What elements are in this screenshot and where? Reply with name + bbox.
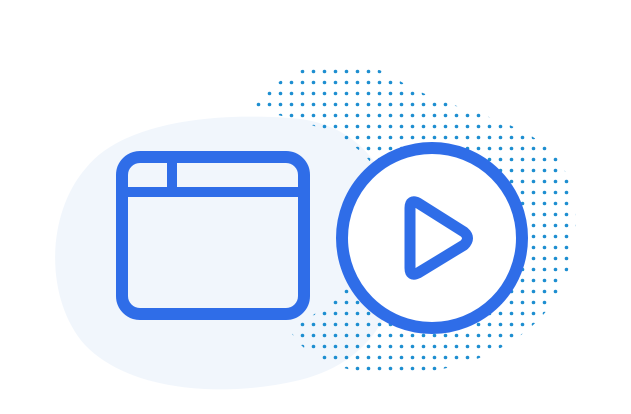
play-circle-icon — [336, 142, 528, 334]
video-illustration — [55, 62, 576, 390]
illustration-stage — [0, 0, 631, 414]
